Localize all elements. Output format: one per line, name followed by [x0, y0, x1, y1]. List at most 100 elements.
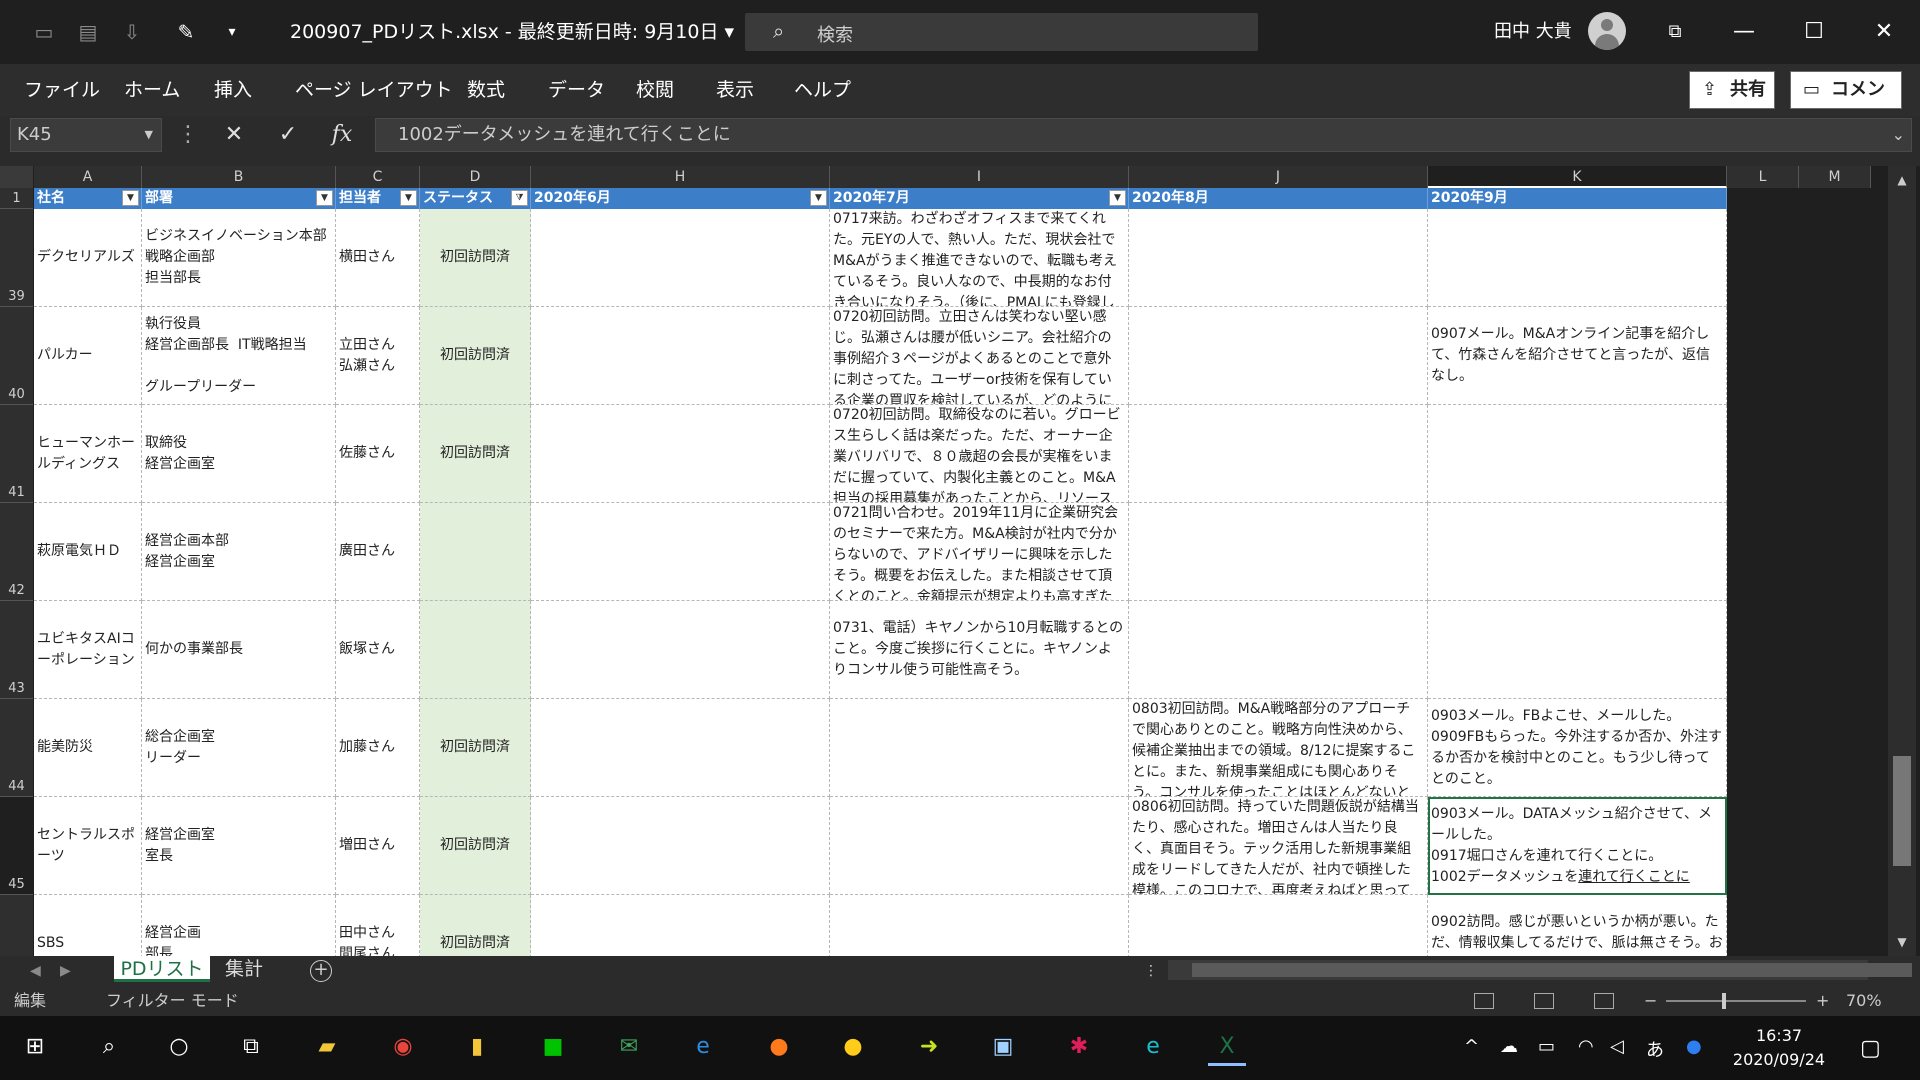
col-header-k[interactable]: K: [1428, 166, 1727, 188]
edge-legacy-icon[interactable]: e: [684, 1030, 722, 1066]
tab-data[interactable]: データ: [548, 77, 605, 103]
header-jul[interactable]: 2020年7月 ▼: [830, 188, 1129, 209]
cell-company[interactable]: パルカー: [34, 307, 142, 405]
save-cloud-icon[interactable]: ⇩: [118, 18, 146, 46]
onedrive-icon[interactable]: ☁: [1500, 1036, 1518, 1057]
customize-qat-icon[interactable]: ▾: [218, 18, 246, 46]
wifi-icon[interactable]: ◠: [1578, 1036, 1594, 1057]
cell-aug[interactable]: [1129, 895, 1428, 956]
cell-jul[interactable]: 0717来訪。わざわざオフィスまで来てくれた。元EYの人で、熱い人。ただ、現状会…: [830, 209, 1129, 307]
cell-jul[interactable]: [830, 895, 1129, 956]
windows-start-icon[interactable]: ⊞: [16, 1030, 54, 1066]
zoom-level[interactable]: 70%: [1846, 991, 1882, 1011]
slack-icon[interactable]: ✱: [1060, 1030, 1098, 1066]
header-company[interactable]: 社名 ▼: [34, 188, 142, 209]
cell-company[interactable]: デクセリアルズ: [34, 209, 142, 307]
insert-function-icon[interactable]: fx: [320, 118, 364, 152]
share-button[interactable]: ⇪ 共有: [1689, 71, 1775, 109]
search-box[interactable]: ⌕ 検索: [745, 13, 1258, 51]
cell-jul[interactable]: 0731、電話）キヤノンから10月転職するとのこと。今度ご挨拶に行くことに。キヤ…: [830, 601, 1129, 699]
notifications-icon[interactable]: ▢: [1860, 1036, 1881, 1061]
user-name[interactable]: 田中 大貴: [1494, 18, 1572, 46]
close-button[interactable]: ✕: [1864, 14, 1904, 50]
cell-sep[interactable]: 0907メール。M&Aオンライン記事を紹介して、竹森さんを紹介させてと言ったが、…: [1428, 307, 1727, 405]
cell-aug[interactable]: 0806初回訪問。持っていた問題仮説が結構当たり、感心された。増田さんは人当たり…: [1129, 797, 1428, 895]
cell-aug[interactable]: [1129, 601, 1428, 699]
row-header-1[interactable]: 1: [0, 188, 33, 209]
user-avatar[interactable]: [1588, 12, 1626, 50]
filter-dropdown-icon[interactable]: ▼: [400, 190, 417, 206]
sheet-tab-pdlist[interactable]: PDリスト: [114, 956, 210, 982]
open-folder-icon[interactable]: ▤: [74, 18, 102, 46]
cell-person[interactable]: 飯塚さん: [336, 601, 420, 699]
autosave-icon[interactable]: ▭: [30, 18, 58, 46]
cell-company[interactable]: 能美防災: [34, 699, 142, 797]
h-scroll-thumb[interactable]: [1192, 963, 1912, 977]
row-header-42[interactable]: 42: [0, 503, 33, 601]
zoom-out-icon[interactable]: −: [1644, 991, 1657, 1011]
minimize-button[interactable]: —: [1724, 14, 1764, 50]
filter-dropdown-icon[interactable]: ▼: [122, 190, 139, 206]
search-icon[interactable]: ⌕: [90, 1030, 128, 1066]
battery-icon[interactable]: ▭: [1538, 1036, 1555, 1057]
tab-review[interactable]: 校閲: [636, 77, 674, 103]
cell-sep[interactable]: [1428, 405, 1727, 503]
show-hidden-icons-icon[interactable]: ^: [1464, 1036, 1479, 1057]
add-sheet-icon[interactable]: +: [310, 960, 332, 982]
cell-jul[interactable]: [830, 797, 1129, 895]
cell-dept[interactable]: 経営企画本部 経営企画室: [142, 503, 336, 601]
cell-status[interactable]: 初回訪問済: [420, 797, 531, 895]
cell-status[interactable]: 初回訪問済: [420, 209, 531, 307]
normal-view-icon[interactable]: [1474, 993, 1494, 1009]
page-layout-view-icon[interactable]: [1534, 993, 1554, 1009]
duck-app-icon[interactable]: ●: [834, 1030, 872, 1066]
ime-globe-icon[interactable]: ●: [1686, 1036, 1702, 1057]
prev-sheet-icon[interactable]: ◀: [30, 960, 41, 982]
cell-sep[interactable]: [1428, 209, 1727, 307]
name-box[interactable]: K45 ▼: [10, 118, 162, 152]
cell-status[interactable]: [420, 503, 531, 601]
cell-company[interactable]: ユビキタスAIコーポレーション: [34, 601, 142, 699]
zoom-slider[interactable]: [1666, 1000, 1806, 1002]
col-header-a[interactable]: A: [34, 166, 142, 188]
cell-status[interactable]: 初回訪問済: [420, 699, 531, 797]
tab-page-layout[interactable]: ページ レイアウト: [295, 77, 453, 103]
next-sheet-icon[interactable]: ▶: [60, 960, 71, 982]
col-header-i[interactable]: I: [830, 166, 1129, 188]
cell-person[interactable]: 田中さん 間尾さん: [336, 895, 420, 956]
expand-formula-icon[interactable]: ⌄: [1892, 119, 1905, 151]
cell-jun[interactable]: [531, 601, 830, 699]
comment-button[interactable]: ▭コメント: [1790, 71, 1902, 136]
cell-jun[interactable]: [531, 895, 830, 956]
cell-sep[interactable]: 0903メール。DATAメッシュ紹介させて、メールした。 0917堀口さんを連れて…: [1428, 797, 1727, 895]
row-header-40[interactable]: 40: [0, 307, 33, 405]
cell-status[interactable]: 初回訪問済: [420, 307, 531, 405]
cell-dept[interactable]: ビジネスイノベーション本部 戦略企画部 担当部長: [142, 209, 336, 307]
col-header-l[interactable]: L: [1727, 166, 1799, 188]
row-header-46[interactable]: 46: [0, 895, 33, 956]
chrome-icon[interactable]: ◉: [384, 1030, 422, 1066]
taskbar-clock[interactable]: 16:37 2020/09/24: [1724, 1024, 1834, 1072]
cell-company[interactable]: セントラルスポーツ: [34, 797, 142, 895]
cell-person[interactable]: 横田さん: [336, 209, 420, 307]
cell-sep[interactable]: 0903メール。FBよこせ、メールした。 0909FBもらった。今外注するか否か…: [1428, 699, 1727, 797]
row-header-39[interactable]: 39: [0, 209, 33, 307]
cell-person[interactable]: 廣田さん: [336, 503, 420, 601]
cell-jul[interactable]: 0721問い合わせ。2019年11月に企業研究会のセミナーで来た方。M&A検討が…: [830, 503, 1129, 601]
cell-jun[interactable]: [531, 405, 830, 503]
col-header-j[interactable]: J: [1129, 166, 1428, 188]
cell-aug[interactable]: [1129, 405, 1428, 503]
cell-company[interactable]: 萩原電気ＨＤ: [34, 503, 142, 601]
document-app-icon[interactable]: ▮: [458, 1030, 496, 1066]
cell-dept[interactable]: 総合企画室 リーダー: [142, 699, 336, 797]
maximize-button[interactable]: ☐: [1794, 14, 1834, 50]
cell-aug[interactable]: [1129, 209, 1428, 307]
cell-aug[interactable]: [1129, 503, 1428, 601]
ribbon-display-options-icon[interactable]: ⧉: [1655, 14, 1695, 50]
filter-dropdown-icon[interactable]: ▼: [316, 190, 333, 206]
tab-view[interactable]: 表示: [716, 77, 754, 103]
zoom-slider-thumb[interactable]: [1722, 993, 1726, 1009]
tab-split-handle-icon[interactable]: ⋮: [1144, 960, 1158, 982]
cancel-edit-icon[interactable]: ✕: [212, 118, 256, 152]
header-aug[interactable]: 2020年8月: [1129, 188, 1428, 209]
